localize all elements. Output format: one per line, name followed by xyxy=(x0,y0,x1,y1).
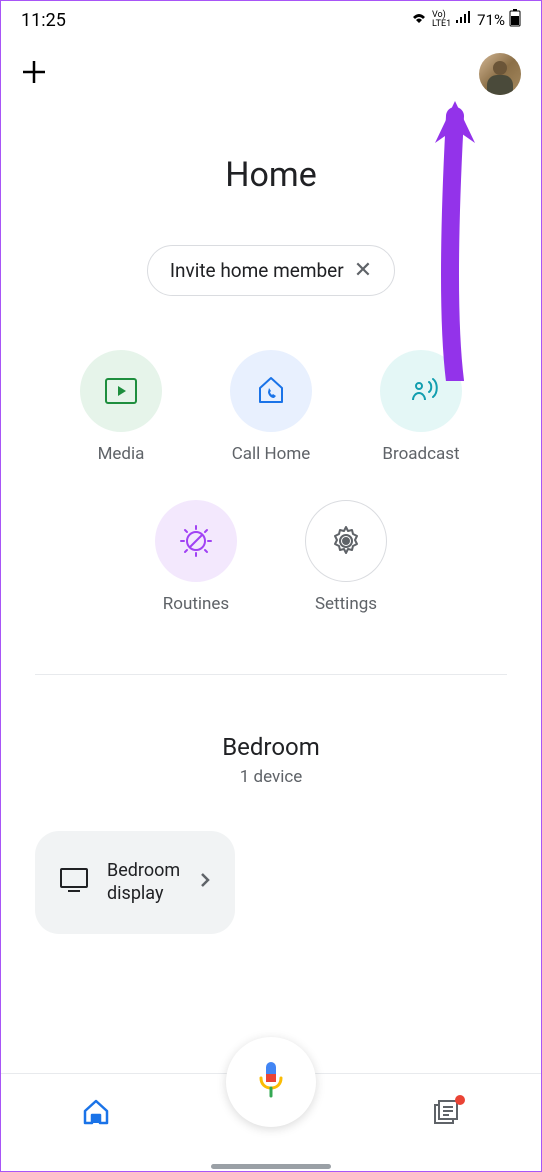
device-label: Bedroom display xyxy=(107,859,181,906)
action-broadcast[interactable]: Broadcast xyxy=(371,350,471,464)
media-label: Media xyxy=(98,444,145,464)
status-bar: 11:25 Vo)LTE1 71% xyxy=(1,1,541,39)
room-title: Bedroom xyxy=(1,733,541,761)
microphone-icon xyxy=(256,1060,286,1104)
room-subtitle: 1 device xyxy=(1,767,541,787)
voice-assistant-button[interactable] xyxy=(226,1037,316,1127)
action-routines[interactable]: Routines xyxy=(146,500,246,614)
battery-text: 71% xyxy=(477,11,505,29)
routines-label: Routines xyxy=(163,594,229,614)
profile-avatar[interactable] xyxy=(479,53,521,95)
invite-chip-label: Invite home member xyxy=(170,259,344,282)
routines-icon xyxy=(155,500,237,582)
chevron-right-icon xyxy=(199,871,211,893)
device-card[interactable]: Bedroom display xyxy=(35,831,235,934)
settings-label: Settings xyxy=(315,594,377,614)
notification-dot xyxy=(455,1095,465,1105)
call-home-label: Call Home xyxy=(232,444,311,464)
volte-icon: Vo)LTE1 xyxy=(432,11,451,29)
gesture-handle xyxy=(211,1164,331,1169)
nav-feed[interactable] xyxy=(431,1097,461,1131)
annotation-arrow xyxy=(425,101,485,381)
invite-chip[interactable]: Invite home member ✕ xyxy=(147,245,395,296)
action-grid: Media Call Home Broadcast Routines Setti… xyxy=(1,350,541,614)
broadcast-label: Broadcast xyxy=(382,444,459,464)
settings-icon xyxy=(305,500,387,582)
display-icon xyxy=(59,867,89,897)
close-icon[interactable]: ✕ xyxy=(354,258,372,283)
status-right: Vo)LTE1 71% xyxy=(410,9,521,31)
divider xyxy=(35,674,507,675)
media-icon xyxy=(80,350,162,432)
action-media[interactable]: Media xyxy=(71,350,171,464)
app-header xyxy=(1,39,541,105)
wifi-icon xyxy=(410,11,428,29)
broadcast-icon xyxy=(380,350,462,432)
page-title: Home xyxy=(1,155,541,195)
add-button[interactable] xyxy=(21,58,47,90)
signal-icon xyxy=(455,11,473,29)
call-home-icon xyxy=(230,350,312,432)
battery-icon xyxy=(509,9,521,31)
action-call-home[interactable]: Call Home xyxy=(221,350,321,464)
action-settings[interactable]: Settings xyxy=(296,500,396,614)
status-time: 11:25 xyxy=(21,10,66,31)
nav-home[interactable] xyxy=(81,1097,111,1131)
